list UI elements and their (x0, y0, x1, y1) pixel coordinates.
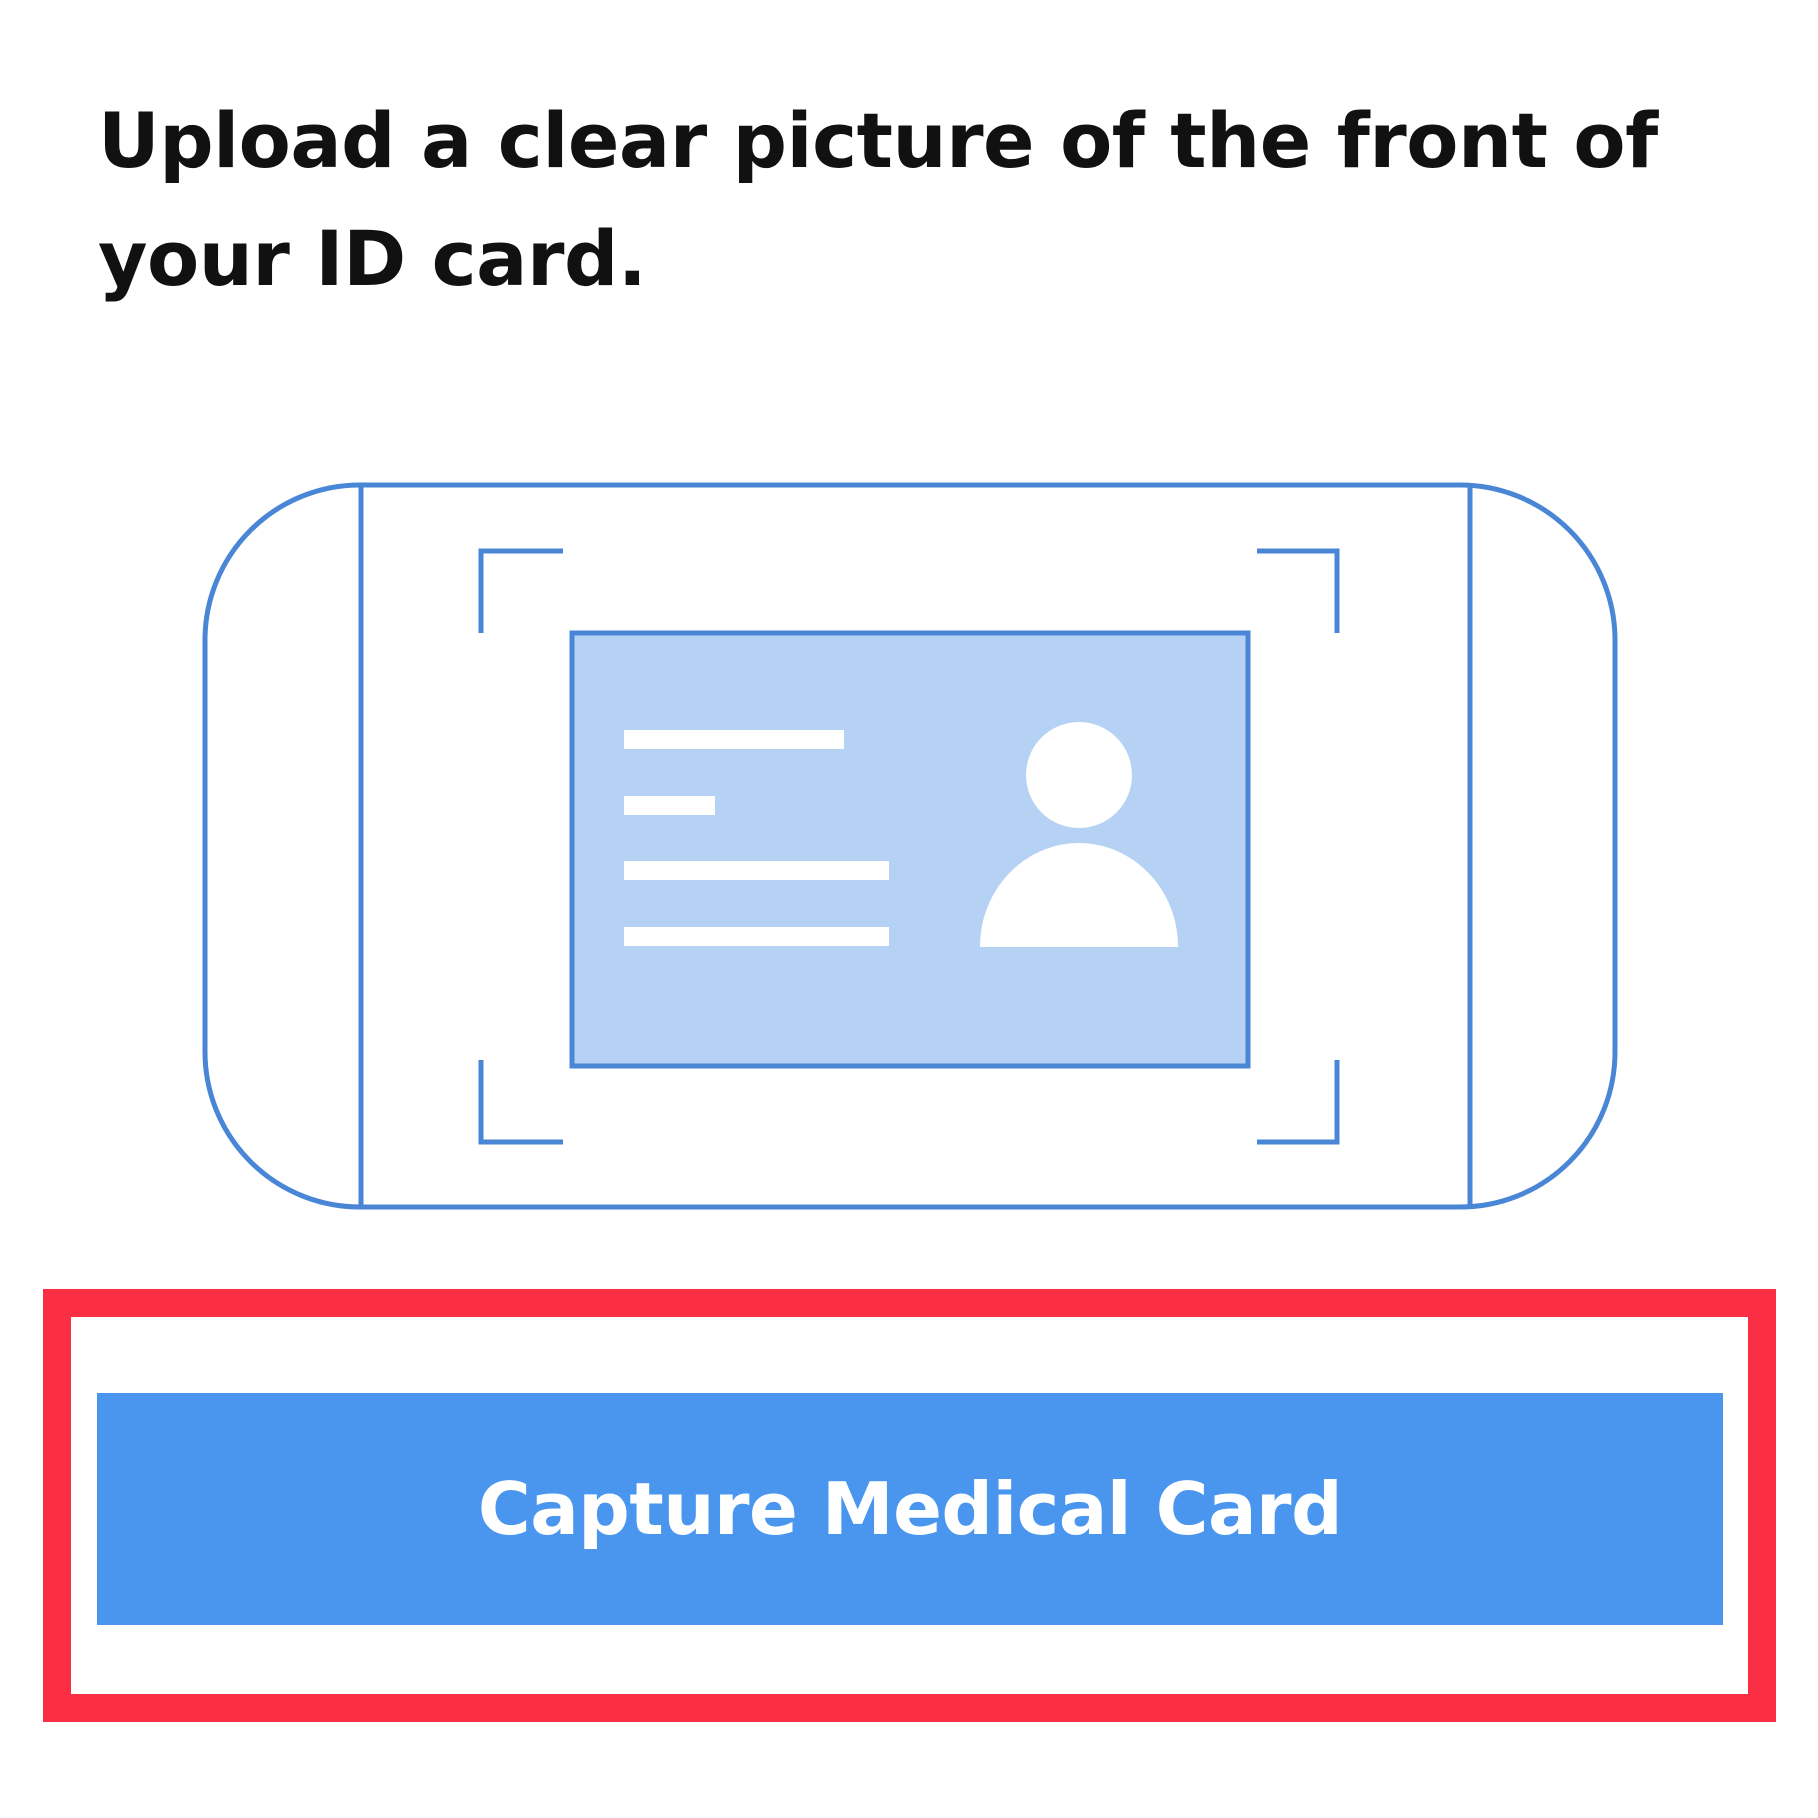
upload-id-screen: Upload a clear picture of the front of y… (0, 0, 1818, 1818)
instruction-text: Upload a clear picture of the front of y… (98, 96, 1658, 303)
viewfinder-corner-top-left (478, 548, 563, 633)
viewfinder-corner-bottom-left (478, 1060, 563, 1145)
capture-medical-card-button[interactable]: Capture Medical Card (97, 1393, 1723, 1625)
viewfinder-corner-bottom-right (1257, 1060, 1340, 1145)
id-card-line-4 (624, 927, 889, 946)
id-card (569, 630, 1251, 1069)
viewfinder-corner-top-right (1257, 548, 1340, 633)
id-card-line-1 (624, 730, 844, 749)
phone-scanning-id-card-icon (202, 482, 1618, 1210)
id-card-line-3 (624, 861, 889, 880)
id-card-line-2 (624, 796, 715, 815)
